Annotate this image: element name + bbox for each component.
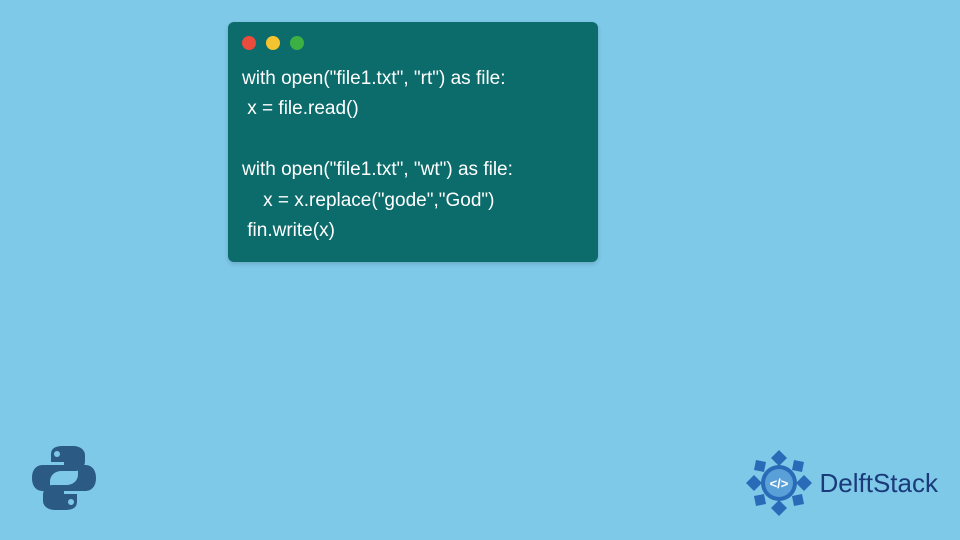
code-line: x = x.replace("gode","God") — [242, 190, 494, 211]
code-line: fin.write(x) — [242, 220, 335, 241]
code-window: with open("file1.txt", "rt") as file: x … — [228, 22, 598, 262]
minimize-icon — [266, 36, 280, 50]
code-line: with open("file1.txt", "wt") as file: — [242, 159, 513, 180]
brand-name: DelftStack — [820, 468, 939, 499]
python-logo-icon — [28, 442, 100, 514]
brand-area: </> DelftStack — [744, 448, 939, 518]
code-content: with open("file1.txt", "rt") as file: x … — [228, 60, 598, 246]
window-controls — [228, 22, 598, 60]
code-line: with open("file1.txt", "rt") as file: — [242, 68, 506, 89]
close-icon — [242, 36, 256, 50]
code-line — [242, 129, 247, 150]
code-line: x = file.read() — [242, 98, 359, 119]
svg-text:</>: </> — [769, 476, 788, 491]
delftstack-badge-icon: </> — [744, 448, 814, 518]
maximize-icon — [290, 36, 304, 50]
